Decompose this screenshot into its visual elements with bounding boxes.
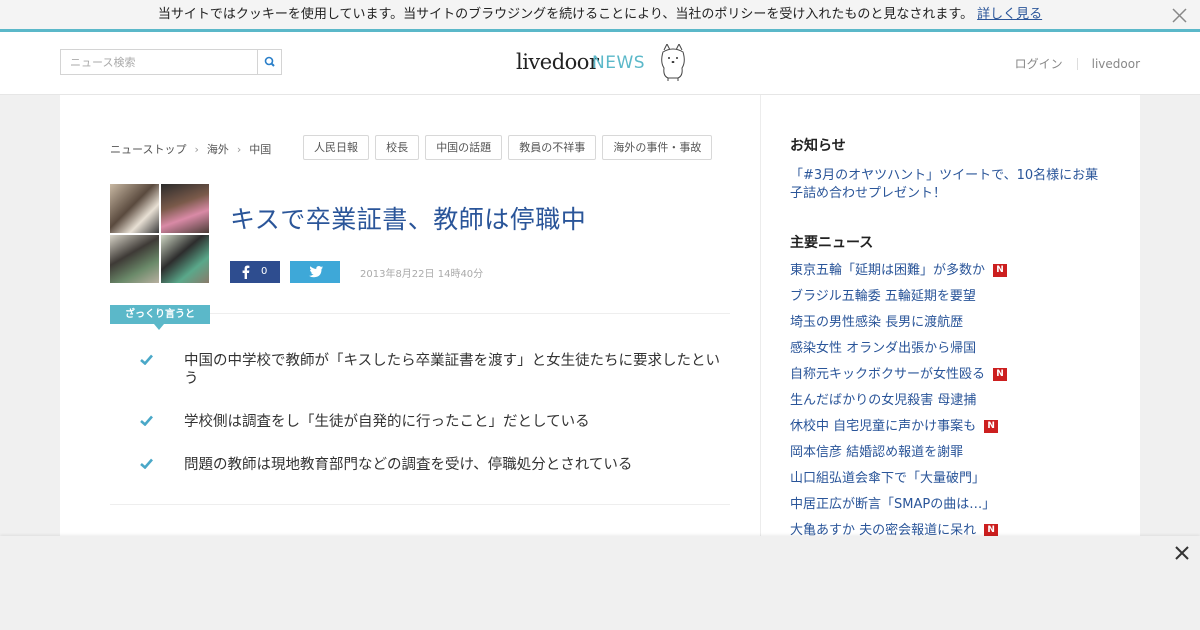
news-title: 山口組弘道会傘下で「大量破門」 — [790, 471, 986, 486]
news-item[interactable]: 中居正広が断言「SMAPの曲は…」 — [790, 496, 1120, 522]
notice-heading: お知らせ — [790, 138, 846, 154]
news-item[interactable]: 岡本信彦 結婚認め報道を謝罪 — [790, 444, 1120, 470]
facebook-share-count: 0 — [261, 266, 268, 277]
summary-item: 中国の中学校で教師が「キスしたら卒業証書を渡す」と女生徒たちに要求したという — [110, 352, 730, 388]
site-logo[interactable]: livedoor NEWS — [516, 44, 696, 84]
divider — [210, 313, 730, 314]
search-button[interactable] — [257, 50, 281, 74]
sidebar: お知らせ 「#3月のオヤツハント」ツイートで、10名様にお菓子詰め合わせプレゼン… — [761, 95, 1140, 538]
summary-text: 中国の中学校で教師が「キスしたら卒業証書を渡す」と女生徒たちに要求したという — [184, 353, 721, 387]
ad-close-button[interactable] — [1174, 545, 1190, 565]
summary-label-text: ざっくり言うと — [125, 309, 195, 320]
thumbnail-photo — [110, 184, 159, 233]
cookie-learn-more-link[interactable]: 詳しく見る — [977, 7, 1042, 22]
tag-item[interactable]: 校長 — [375, 135, 420, 160]
facebook-icon — [242, 265, 250, 279]
tag-item[interactable]: 教員の不祥事 — [508, 135, 597, 160]
news-item[interactable]: 感染女性 オランダ出張から帰国 — [790, 340, 1120, 366]
search-icon — [264, 56, 275, 67]
news-item[interactable]: 山口組弘道会傘下で「大量破門」 — [790, 470, 1120, 496]
news-title: 自称元キックボクサーが女性殴る — [790, 367, 986, 382]
news-title: 岡本信彦 結婚認め報道を謝罪 — [790, 445, 964, 460]
notice-link[interactable]: 「#3月のオヤツハント」ツイートで、10名様にお菓子詰め合わせプレゼント！ — [790, 167, 1100, 203]
check-icon — [140, 415, 153, 426]
breadcrumb-overseas[interactable]: 海外 — [207, 141, 229, 157]
divider — [110, 504, 730, 505]
chevron-right-icon: › — [236, 143, 242, 156]
header-nav: ログイン livedoor — [1015, 55, 1140, 72]
breadcrumb: ニューストップ › 海外 › 中国 — [110, 141, 271, 157]
cookie-banner: 当サイトではクッキーを使用しています。当サイトのブラウジングを続けることにより、… — [0, 0, 1200, 32]
thumbnail-photo — [110, 234, 159, 283]
nav-divider — [1076, 58, 1078, 70]
close-icon — [1172, 8, 1187, 23]
check-icon — [140, 354, 153, 365]
news-item[interactable]: ブラジル五輪委 五輪延期を要望 — [790, 288, 1120, 314]
article-column: ニューストップ › 海外 › 中国 人民日報 校長 中国の話題 教員の不祥事 海外の事件… — [60, 95, 760, 536]
chevron-right-icon: › — [194, 143, 199, 156]
news-title: 感染女性 オランダ出張から帰国 — [790, 341, 977, 356]
bottom-ad-overlay — [0, 536, 1200, 630]
article-thumbnail[interactable] — [110, 184, 209, 283]
logo-livedoor: livedoor — [516, 50, 599, 74]
article-date: 2013年8月22日 14時40分 — [360, 269, 484, 280]
tag-item[interactable]: 人民日報 — [303, 135, 369, 160]
new-badge: N — [993, 264, 1008, 277]
article-title: キスで卒業証書、教師は停職中 — [230, 205, 587, 234]
search-input[interactable] — [61, 50, 257, 74]
news-title: 休校中 自宅児童に声かけ事案も — [790, 419, 977, 434]
news-title: 東京五輪「延期は困難」が多数か — [790, 263, 986, 278]
news-item[interactable]: 自称元キックボクサーが女性殴る N — [790, 366, 1120, 392]
summary-item: 問題の教師は現地教育部門などの調査を受け、停職処分とされている — [110, 456, 730, 474]
news-title: 中居正広が断言「SMAPの曲は…」 — [790, 497, 996, 512]
news-item[interactable]: 休校中 自宅児童に声かけ事案も N — [790, 418, 1120, 444]
summary-text: 学校側は調査をし「生徒が自発的に行ったこと」だとしている — [184, 414, 590, 430]
facebook-share-button[interactable]: 0 — [230, 261, 280, 283]
new-badge: N — [984, 420, 999, 433]
tag-list: 人民日報 校長 中国の話題 教員の不祥事 海外の事件・事故 — [303, 135, 713, 160]
tag-item[interactable]: 中国の話題 — [425, 135, 503, 160]
login-link[interactable]: ログイン — [1015, 55, 1063, 72]
thumbnail-photo — [160, 234, 209, 283]
cookie-close-button[interactable] — [1171, 6, 1188, 23]
livedoor-link[interactable]: livedoor — [1092, 57, 1140, 71]
summary-label: ざっくり言うと — [110, 305, 210, 330]
breadcrumb-china[interactable]: 中国 — [249, 141, 271, 157]
close-icon — [1175, 546, 1189, 560]
twitter-share-button[interactable] — [290, 261, 340, 283]
summary-text: 問題の教師は現地教育部門などの調査を受け、停職処分とされている — [184, 457, 633, 473]
tag-item[interactable]: 海外の事件・事故 — [602, 135, 713, 160]
news-item[interactable]: 生んだばかりの女児殺害 母逮捕 — [790, 392, 1120, 418]
news-title: 埼玉の男性感染 長男に渡航歴 — [790, 315, 964, 330]
breadcrumb-top[interactable]: ニューストップ — [110, 141, 186, 157]
news-item[interactable]: 東京五輪「延期は困難」が多数か N — [790, 262, 1120, 288]
cookie-message: 当サイトではクッキーを使用しています。当サイトのブラウジングを続けることにより、… — [157, 7, 974, 22]
twitter-icon — [308, 266, 323, 278]
logo-news: NEWS — [592, 53, 646, 73]
summary-label-pointer — [154, 324, 164, 330]
news-title: ブラジル五輪委 五輪延期を要望 — [790, 289, 976, 304]
check-icon — [140, 458, 153, 469]
new-badge: N — [993, 368, 1008, 381]
news-title: 生んだばかりの女児殺害 母逮捕 — [790, 393, 977, 408]
dog-mascot-icon — [661, 44, 685, 81]
summary-list: 中国の中学校で教師が「キスしたら卒業証書を渡す」と女生徒たちに要求したという 学… — [110, 352, 730, 499]
main-news-list: 東京五輪「延期は困難」が多数か N ブラジル五輪委 五輪延期を要望 埼玉の男性感染… — [790, 262, 1120, 548]
search-box — [60, 49, 282, 75]
main-news-heading: 主要ニュース — [790, 235, 874, 251]
site-header: livedoor NEWS ログイン livedoor — [0, 32, 1200, 95]
summary-item: 学校側は調査をし「生徒が自発的に行ったこと」だとしている — [110, 413, 730, 431]
thumbnail-photo — [160, 184, 209, 233]
news-item[interactable]: 埼玉の男性感染 長男に渡航歴 — [790, 314, 1120, 340]
